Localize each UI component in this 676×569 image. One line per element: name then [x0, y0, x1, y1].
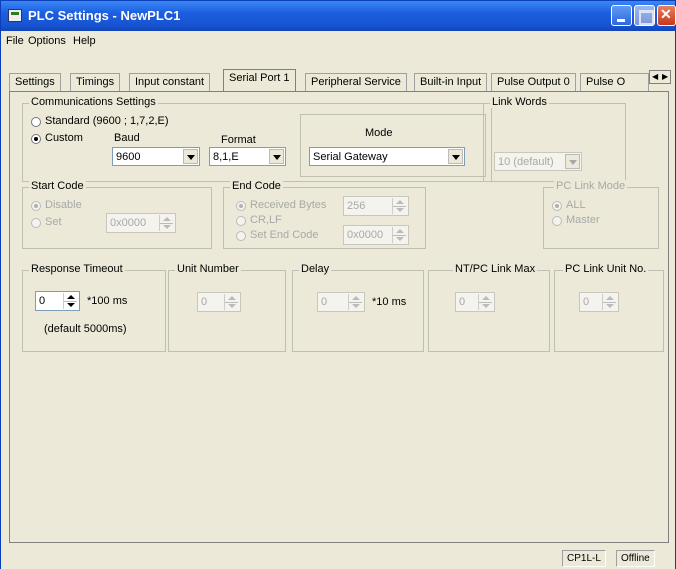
baud-select[interactable]: 9600 [112, 147, 200, 166]
tab-settings[interactable]: Settings [9, 73, 61, 91]
tab-pulse-output-0[interactable]: Pulse Output 0 [491, 73, 576, 91]
response-timeout-stepper[interactable]: 0 [35, 291, 80, 311]
start-code-group: Start Code Disable Set 0x0000 [22, 180, 212, 249]
set-end-code-radio[interactable] [236, 231, 246, 241]
start-code-disable-label: Disable [45, 199, 82, 211]
baud-label: Baud [114, 132, 140, 144]
pc-link-master-label: Master [566, 214, 600, 226]
mode-group: Mode Serial Gateway [300, 114, 486, 177]
crlf-label: CR,LF [250, 214, 282, 226]
chevron-down-icon[interactable] [269, 149, 284, 164]
standard-label: Standard (9600 ; 1,7,2,E) [45, 115, 169, 127]
start-code-label: Start Code [29, 180, 86, 192]
chevron-down-icon[interactable] [183, 149, 198, 164]
maximize-button[interactable] [634, 5, 655, 26]
communications-settings-group: Communications Settings Standard (9600 ;… [22, 96, 492, 182]
custom-label: Custom [45, 132, 83, 144]
mode-select[interactable]: Serial Gateway [309, 147, 465, 166]
minimize-button[interactable] [611, 5, 632, 26]
unit-number-stepper[interactable]: 0 [197, 292, 241, 312]
custom-radio[interactable] [31, 134, 41, 144]
plc-settings-window: PLC Settings - NewPLC1 File Options Help… [0, 0, 676, 569]
pc-link-mode-group: PC Link Mode ALL Master [543, 180, 659, 249]
pc-link-unit-no-stepper[interactable]: 0 [579, 292, 619, 312]
nt-pc-link-max-group: NT/PC Link Max 0 [428, 263, 550, 352]
end-code-label: End Code [230, 180, 283, 192]
start-code-set-label: Set [45, 216, 62, 228]
response-timeout-label: Response Timeout [29, 263, 125, 275]
delay-stepper[interactable]: 0 [317, 292, 365, 312]
menu-options[interactable]: Options [28, 35, 66, 47]
pc-link-all-radio[interactable] [552, 201, 562, 211]
tab-timings[interactable]: Timings [70, 73, 121, 91]
serial-port-1-panel: Communications Settings Standard (9600 ;… [9, 91, 669, 543]
pc-link-all-label: ALL [566, 199, 586, 211]
crlf-radio[interactable] [236, 216, 246, 226]
nt-pc-link-max-label: NT/PC Link Max [453, 263, 538, 275]
unit-number-group: Unit Number 0 [168, 263, 286, 352]
tab-scroll-left-icon[interactable]: ◀ [652, 72, 658, 81]
mode-label: Mode [365, 127, 393, 139]
response-timeout-group: Response Timeout 0 *100 ms (default 5000… [22, 263, 166, 352]
chevron-down-icon[interactable] [565, 154, 580, 169]
delay-label: Delay [299, 263, 332, 275]
tab-serial-port-1[interactable]: Serial Port 1 [223, 69, 296, 91]
communications-settings-label: Communications Settings [29, 96, 158, 108]
standard-radio[interactable] [31, 117, 41, 127]
response-timeout-default-note: (default 5000ms) [44, 323, 127, 335]
status-bar: CP1L-L Offline [1, 547, 675, 569]
tab-peripheral-service[interactable]: Peripheral Service [305, 73, 407, 91]
tab-strip: Settings Timings Input constant Serial P… [9, 69, 669, 91]
title-bar[interactable]: PLC Settings - NewPLC1 [1, 1, 676, 31]
format-label: Format [221, 134, 256, 146]
pc-link-mode-label: PC Link Mode [554, 180, 628, 192]
menu-file[interactable]: File [6, 35, 24, 47]
menu-bar: File Options Help [1, 31, 675, 51]
delay-group: Delay 0 *10 ms [292, 263, 424, 352]
pc-link-unit-no-label: PC Link Unit No. [563, 263, 649, 275]
set-end-code-label: Set End Code [250, 229, 319, 241]
tab-scroll-buttons[interactable]: ◀ ▶ [649, 70, 671, 84]
menu-help[interactable]: Help [73, 35, 96, 47]
app-icon [8, 9, 22, 22]
tab-built-in-input[interactable]: Built-in Input [414, 73, 488, 91]
format-select[interactable]: 8,1,E [209, 147, 286, 166]
received-bytes-radio[interactable] [236, 201, 246, 211]
received-bytes-label: Received Bytes [250, 199, 327, 211]
pc-link-master-radio[interactable] [552, 216, 562, 226]
nt-pc-link-max-stepper[interactable]: 0 [455, 292, 495, 312]
tab-input-constant[interactable]: Input constant [129, 73, 211, 91]
delay-unit: *10 ms [372, 296, 407, 308]
link-words-label: Link Words [490, 96, 549, 108]
end-code-group: End Code Received Bytes 256 CR,LF Set En… [223, 180, 426, 249]
window-title: PLC Settings - NewPLC1 [28, 8, 181, 23]
start-code-set-radio[interactable] [31, 218, 41, 228]
start-code-stepper[interactable]: 0x0000 [106, 213, 176, 233]
chevron-down-icon[interactable] [448, 149, 463, 164]
link-words-group: Link Words 10 (default) [483, 96, 626, 182]
unit-number-label: Unit Number [175, 263, 241, 275]
response-timeout-unit: *100 ms [87, 295, 128, 307]
status-state: Offline [616, 550, 655, 567]
close-button[interactable] [657, 5, 676, 26]
start-code-disable-radio[interactable] [31, 201, 41, 211]
tab-scroll-right-icon[interactable]: ▶ [662, 72, 668, 81]
set-end-code-stepper[interactable]: 0x0000 [343, 225, 409, 245]
received-bytes-stepper[interactable]: 256 [343, 196, 409, 216]
tab-pulse-output-1[interactable]: Pulse O [580, 73, 649, 91]
link-words-select[interactable]: 10 (default) [494, 152, 582, 171]
pc-link-unit-no-group: PC Link Unit No. 0 [554, 263, 664, 352]
status-model: CP1L-L [562, 550, 606, 567]
